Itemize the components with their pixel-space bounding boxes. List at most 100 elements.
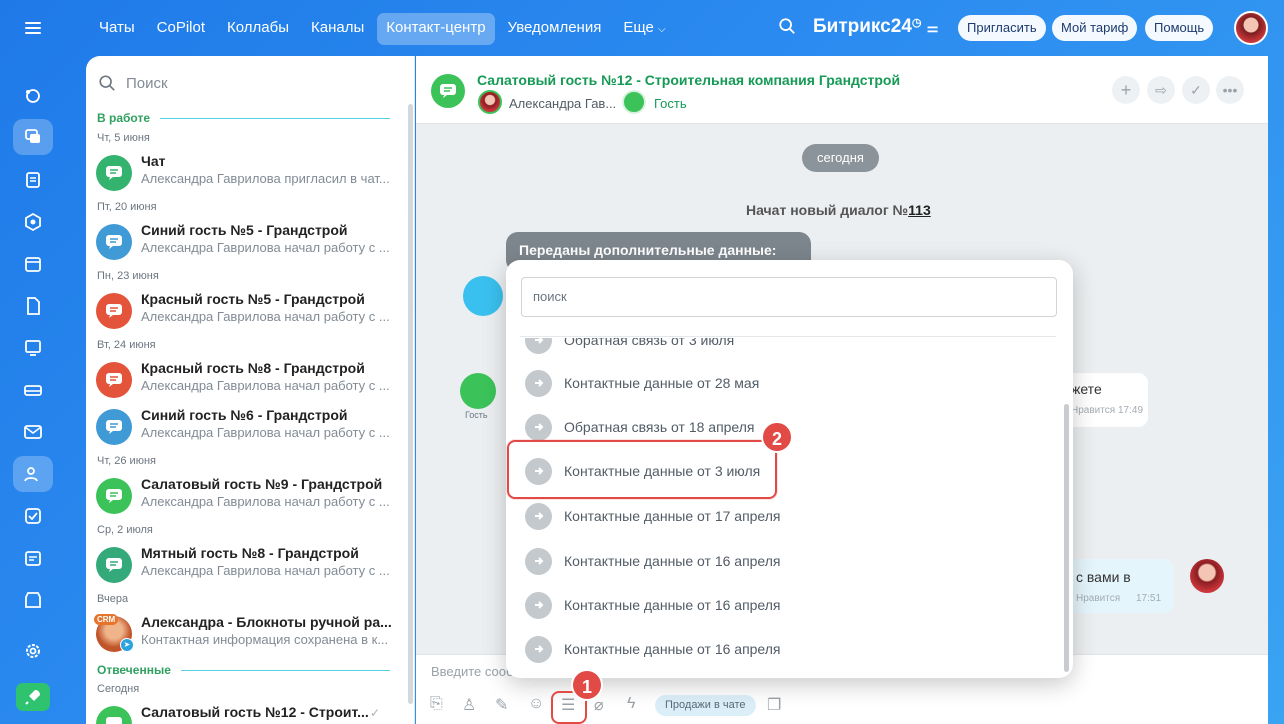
help-button[interactable]: Помощь	[1145, 15, 1214, 41]
system-message: Начат новый диалог №113	[746, 202, 931, 218]
like-button[interactable]: Нравится	[1071, 405, 1115, 416]
item-preview: Александра Гаврилова начал работу с ...	[141, 309, 390, 324]
chat-bubble-icon	[96, 155, 132, 191]
operator-name[interactable]: Александра Гав...	[509, 96, 616, 111]
arrow-right-icon	[525, 547, 552, 575]
highlight-frame-item	[507, 440, 777, 499]
add-icon[interactable]: +	[1112, 76, 1140, 104]
search-icon[interactable]	[778, 17, 796, 40]
popup-item[interactable]: Контактные данные от 16 апреля	[525, 547, 781, 575]
popup-search-input[interactable]: поиск	[521, 277, 1057, 317]
chat-bubble-icon	[96, 547, 132, 583]
user-icon[interactable]: ♙	[462, 695, 480, 714]
popup-item[interactable]: Контактные данные от 28 мая	[525, 369, 759, 397]
forward-icon[interactable]: ⇨	[1147, 76, 1175, 104]
item-preview: Александра Гаврилова начал работу с ...	[141, 563, 390, 578]
drive-icon[interactable]	[13, 372, 53, 408]
popup-item[interactable]: Контактные данные от 16 апреля	[525, 635, 781, 663]
list-item[interactable]: Красный гость №5 - Грандстрой Александра…	[96, 291, 390, 331]
guest-name[interactable]: Гость	[654, 96, 687, 111]
list-search[interactable]: Поиск	[98, 74, 168, 92]
item-preview: Контактная информация сохранена в к...	[141, 632, 389, 647]
settings-gear-icon[interactable]	[13, 633, 53, 669]
tab-collabs[interactable]: Коллабы	[218, 13, 298, 45]
tab-more[interactable]: Еще ⌵	[614, 13, 674, 45]
screens-icon[interactable]: ❐	[767, 695, 785, 714]
app-rail	[0, 0, 66, 724]
chat-bubble-icon	[96, 706, 132, 724]
arrow-right-icon	[525, 413, 552, 441]
message-bubble: жете Нравится 17:49	[1066, 373, 1148, 427]
sales-chat-chip[interactable]: Продажи в чате	[655, 695, 756, 716]
sliders-icon[interactable]: ⚌	[927, 20, 939, 35]
tab-channels[interactable]: Каналы	[302, 13, 373, 45]
tab-copilot[interactable]: CoPilot	[148, 13, 214, 45]
date-label: Чт, 26 июня	[97, 455, 156, 467]
step-badge-1: 1	[571, 669, 603, 701]
list-item[interactable]: Красный гость №8 - Грандстрой Александра…	[96, 360, 390, 400]
chats-icon[interactable]	[13, 119, 53, 155]
popup-item-label: Обратная связь от 3 июля	[564, 338, 735, 348]
board-icon[interactable]	[13, 330, 53, 366]
tab-chats[interactable]: Чаты	[90, 13, 144, 45]
popup-item[interactable]: Обратная связь от 18 апреля	[525, 413, 755, 441]
mail-icon[interactable]	[13, 414, 53, 450]
date-chip: сегодня	[802, 144, 879, 172]
rocket-icon[interactable]	[16, 683, 50, 711]
check-circle-icon[interactable]: ✓	[1182, 76, 1210, 104]
tasks-list-icon[interactable]	[13, 162, 53, 198]
item-name: Салатовый гость №12 - Строит...	[141, 704, 369, 720]
like-button[interactable]: Нравится	[1076, 593, 1120, 604]
item-name: Красный гость №8 - Грандстрой	[141, 360, 365, 376]
calendar-icon[interactable]	[13, 246, 53, 282]
section-answered-label: Отвеченные	[97, 663, 171, 677]
smile-icon[interactable]: ☺	[528, 695, 546, 713]
more-icon[interactable]: •••	[1216, 76, 1244, 104]
list-item[interactable]: Салатовый гость №12 - Строит... ✓	[96, 704, 386, 724]
brand-text: Битрикс24	[813, 16, 912, 37]
menu-icon[interactable]	[13, 10, 53, 46]
popup-scrollbar[interactable]	[1064, 404, 1069, 672]
list-item[interactable]: Мятный гость №8 - Грандстрой Александра …	[96, 545, 390, 585]
chat-title[interactable]: Салатовый гость №12 - Строительная компа…	[477, 72, 900, 88]
store-icon[interactable]	[13, 582, 53, 618]
top-nav: Чаты CoPilot Коллабы Каналы Контакт-цент…	[90, 13, 675, 45]
feed-icon[interactable]	[13, 78, 53, 114]
popup-item[interactable]: Обратная связь от 3 июля	[525, 338, 734, 354]
list-item[interactable]: Синий гость №5 - Грандстрой Александра Г…	[96, 222, 390, 262]
date-label: Чт, 5 июня	[97, 132, 150, 144]
tab-contact-center[interactable]: Контакт-центр	[377, 13, 495, 45]
section-in-work: В работе	[97, 111, 390, 125]
schedule-icon[interactable]	[13, 540, 53, 576]
hexagon-icon[interactable]	[13, 204, 53, 240]
edit-icon[interactable]: ✎	[495, 695, 513, 714]
message-text: с вами в	[1076, 569, 1131, 585]
chat-bubble-icon	[96, 478, 132, 514]
chat-bubble-icon	[96, 224, 132, 260]
list-item[interactable]: CRM ➤ Александра - Блокноты ручной ра...…	[94, 614, 392, 654]
composer-placeholder[interactable]: Введите сооб	[431, 664, 513, 679]
contacts-icon[interactable]	[13, 456, 53, 492]
lightning-icon[interactable]: ϟ	[627, 695, 645, 713]
list-scrollbar[interactable]	[408, 104, 413, 704]
date-label: Пн, 23 июня	[97, 270, 159, 282]
checkbox-icon[interactable]	[13, 498, 53, 534]
list-item[interactable]: Синий гость №6 - Грандстрой Александра Г…	[96, 407, 390, 447]
invite-button[interactable]: Пригласить	[958, 15, 1046, 41]
list-item[interactable]: Салатовый гость №9 - Грандстрой Александ…	[96, 476, 390, 516]
brand-logo[interactable]: Битрикс24◷ ⚌	[813, 16, 938, 38]
attach-icon[interactable]: ⎘	[430, 695, 448, 713]
list-search-placeholder: Поиск	[126, 74, 168, 92]
user-avatar[interactable]	[1234, 11, 1268, 45]
arrow-right-icon	[525, 338, 552, 354]
list-item[interactable]: Чат Александра Гаврилова пригласил в чат…	[96, 153, 390, 193]
popup-item[interactable]: Контактные данные от 16 апреля	[525, 591, 781, 619]
tab-notifications[interactable]: Уведомления	[499, 13, 611, 45]
plan-button[interactable]: Мой тариф	[1052, 15, 1138, 41]
document-icon[interactable]	[13, 288, 53, 324]
clock-icon: ◷	[911, 17, 922, 29]
dialog-link[interactable]: 113	[908, 202, 931, 218]
popup-item-label: Контактные данные от 17 апреля	[564, 508, 781, 524]
popup-item[interactable]: Контактные данные от 17 апреля	[525, 502, 781, 530]
tab-more-label: Еще	[623, 19, 654, 36]
